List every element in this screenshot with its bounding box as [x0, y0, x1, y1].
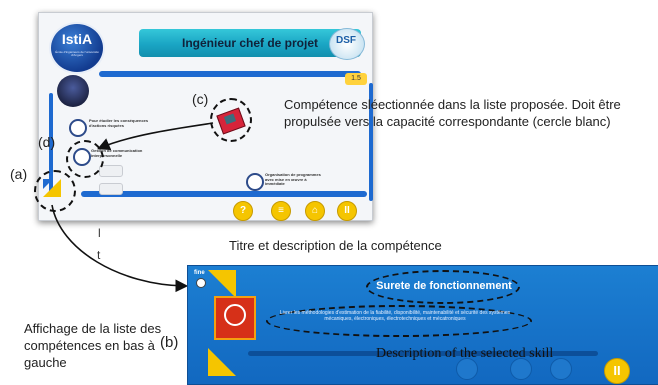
description-caption: Description of the selected skill [376, 346, 554, 361]
corner-accent [208, 348, 236, 376]
close-icon[interactable] [196, 278, 206, 288]
marker-b: (b) [160, 334, 179, 351]
arrow-a-to-b [51, 204, 189, 293]
warning-icon [224, 304, 246, 326]
bottom-section-title: Titre et description de la compétence [229, 238, 442, 253]
faded-button[interactable] [550, 358, 572, 380]
pause-button[interactable]: II [604, 358, 630, 384]
arrow-c-to-d [97, 122, 214, 151]
skill-title: Surete de fonctionnement [376, 280, 512, 292]
skill-description: Livrer les méthodologies d'estimation de… [279, 310, 511, 322]
close-label: fine [194, 270, 205, 276]
corner-accent [208, 270, 236, 298]
